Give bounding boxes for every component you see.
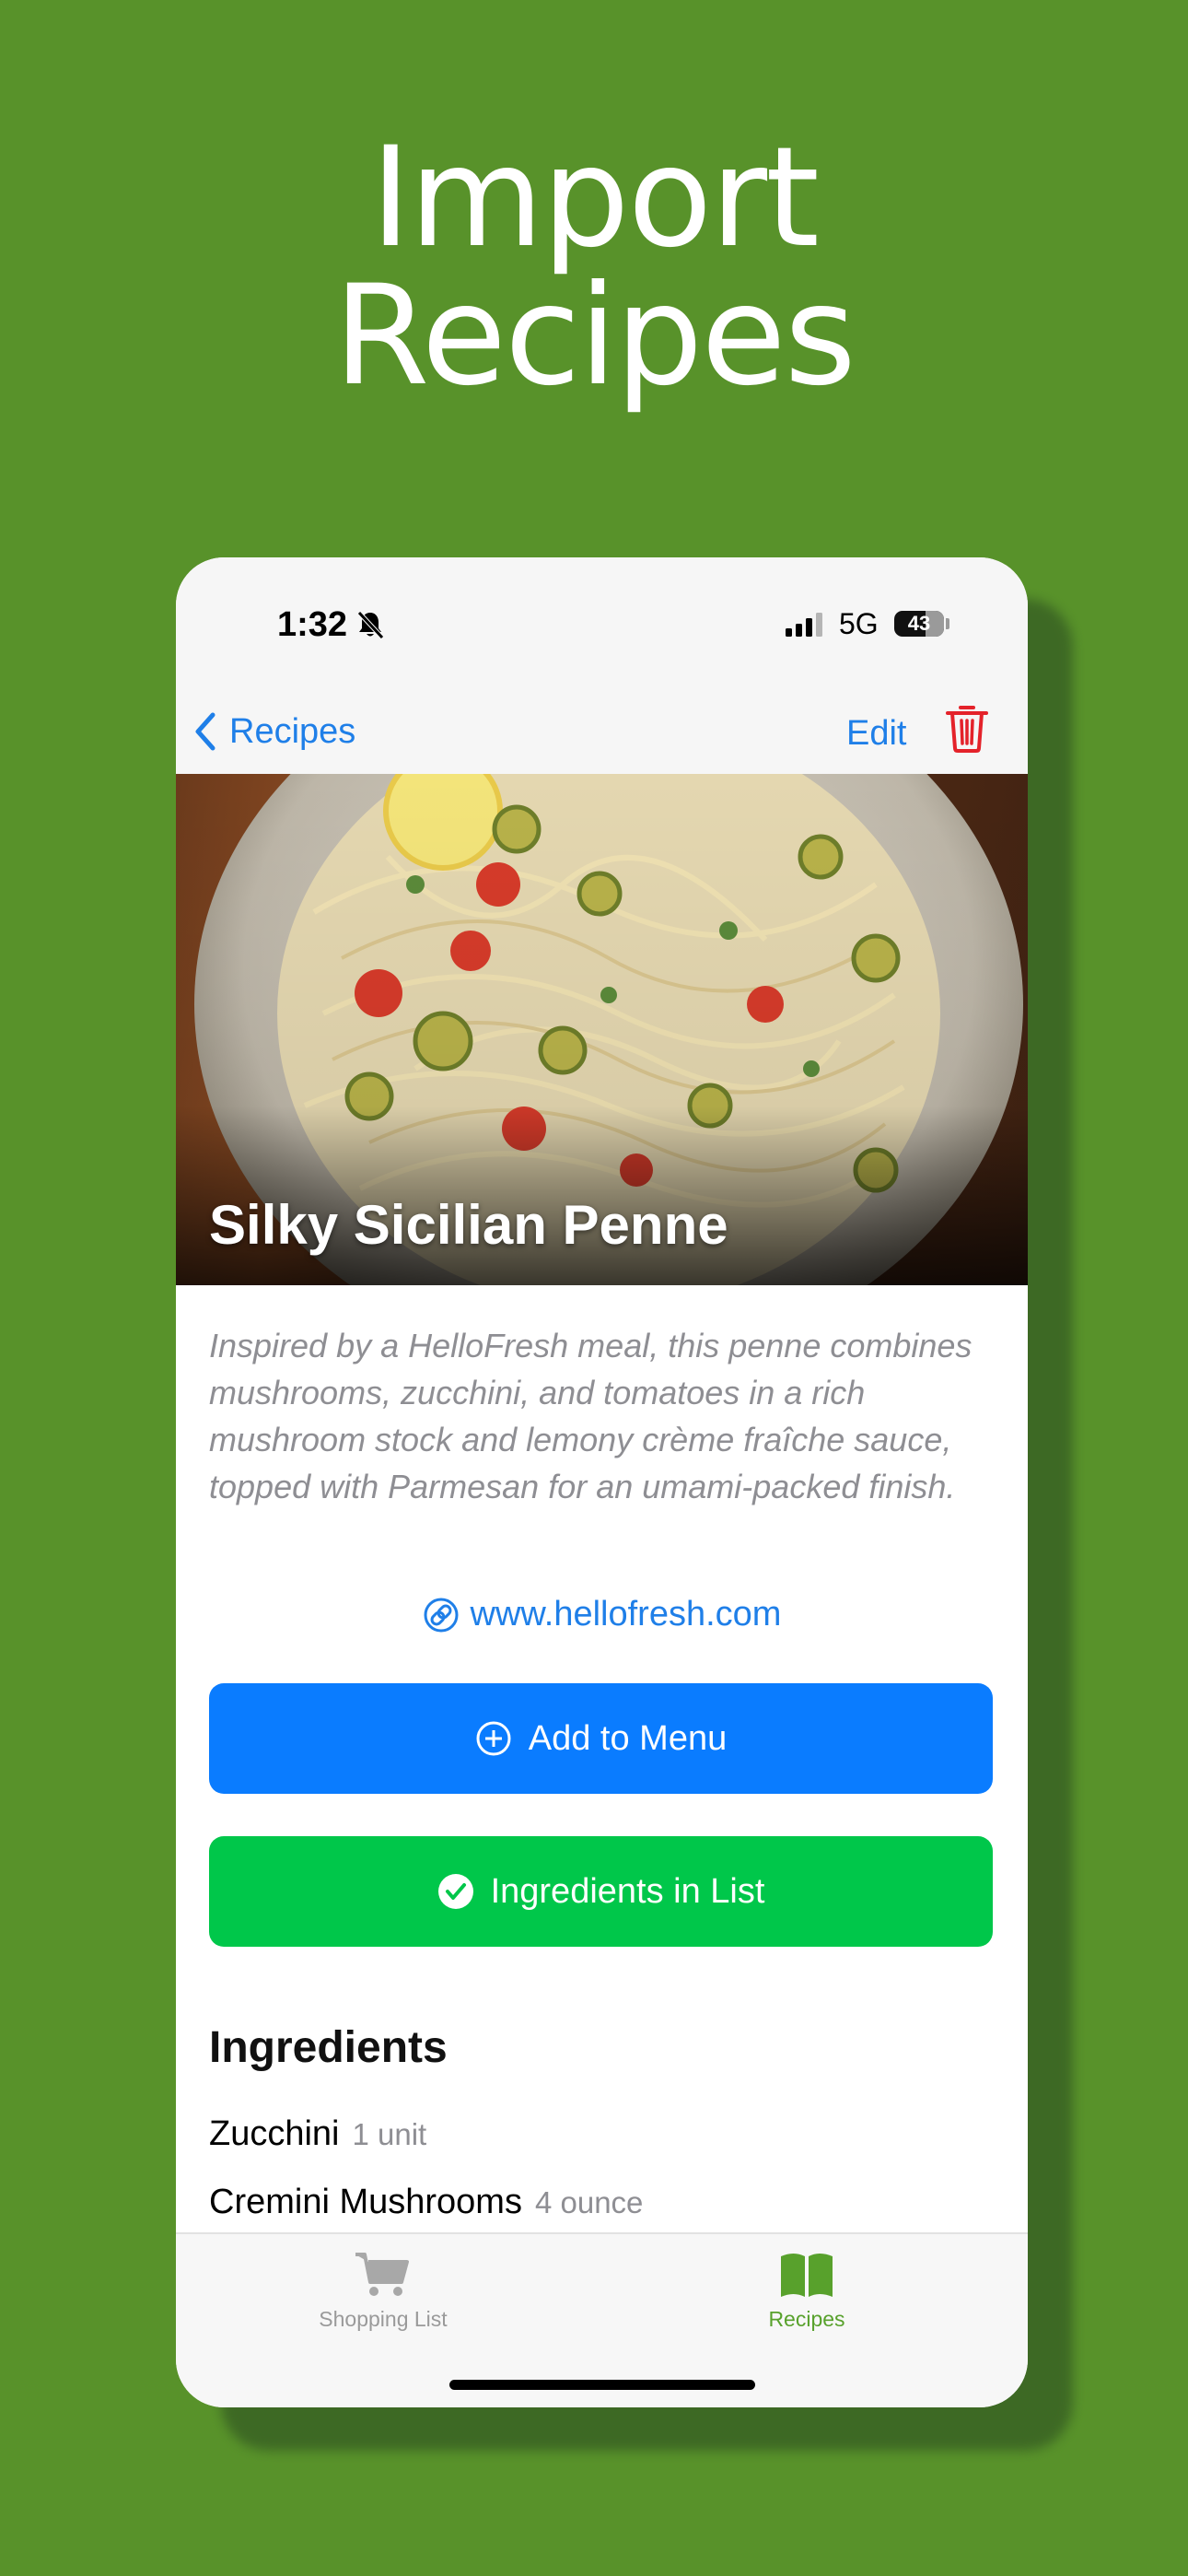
back-button-label: Recipes bbox=[229, 711, 356, 751]
ingredients-in-list-label: Ingredients in List bbox=[490, 1871, 765, 1911]
cart-icon bbox=[355, 2253, 409, 2296]
tab-recipes[interactable]: Recipes bbox=[692, 2251, 922, 2332]
ingredient-name: Zucchini bbox=[209, 2114, 340, 2153]
add-to-menu-label: Add to Menu bbox=[528, 1718, 728, 1758]
link-icon bbox=[424, 1598, 459, 1632]
recipe-title: Silky Sicilian Penne bbox=[209, 1194, 728, 1256]
navigation-bar: Recipes Edit bbox=[176, 691, 1028, 774]
home-indicator bbox=[449, 2380, 755, 2390]
tab-shopping-list[interactable]: Shopping List bbox=[268, 2251, 498, 2332]
status-time: 1:32 bbox=[277, 605, 348, 644]
ingredient-name: Cremini Mushrooms bbox=[209, 2183, 522, 2221]
battery-level: 43 bbox=[907, 612, 931, 635]
ingredient-row: Cremini Mushrooms 4 ounce bbox=[209, 2183, 643, 2222]
recipe-photo: Silky Sicilian Penne bbox=[176, 774, 1028, 1285]
ingredient-row: Zucchini 1 unit bbox=[209, 2114, 426, 2154]
ingredients-heading: Ingredients bbox=[209, 2023, 448, 2072]
add-to-menu-button[interactable]: Add to Menu bbox=[209, 1683, 993, 1794]
ingredients-in-list-button[interactable]: Ingredients in List bbox=[209, 1836, 993, 1947]
chevron-left-icon bbox=[195, 712, 215, 751]
edit-button[interactable]: Edit bbox=[846, 714, 906, 754]
bell-muted-icon bbox=[357, 611, 384, 639]
status-bar: 1:32 5G 43 bbox=[176, 557, 1028, 691]
book-icon bbox=[781, 2254, 833, 2297]
ingredient-quantity: 1 unit bbox=[352, 2117, 427, 2151]
headline-line-1: Import bbox=[370, 118, 820, 278]
back-button[interactable]: Recipes bbox=[192, 711, 355, 752]
plus-circle-icon bbox=[476, 1721, 511, 1756]
battery-icon: 43 bbox=[894, 611, 944, 637]
network-type: 5G bbox=[839, 607, 879, 640]
tab-recipes-label: Recipes bbox=[768, 2307, 845, 2331]
trash-icon[interactable] bbox=[944, 702, 990, 754]
source-link-label: www.hellofresh.com bbox=[470, 1595, 782, 1633]
source-link[interactable]: www.hellofresh.com bbox=[176, 1595, 1028, 1634]
tab-shopping-list-label: Shopping List bbox=[319, 2307, 448, 2331]
cellular-signal-icon bbox=[786, 613, 822, 637]
phone-screen: 1:32 5G 43 Recipes Edit Silky Sicilian P… bbox=[176, 557, 1028, 2407]
battery-nub bbox=[946, 618, 949, 629]
headline-line-2: Recipes bbox=[333, 256, 856, 416]
marketing-headline: Import Recipes bbox=[0, 129, 1188, 405]
checkmark-circle-icon bbox=[437, 1874, 473, 1909]
recipe-description: Inspired by a HelloFresh meal, this penn… bbox=[209, 1327, 973, 1505]
ingredient-quantity: 4 ounce bbox=[534, 2185, 644, 2219]
